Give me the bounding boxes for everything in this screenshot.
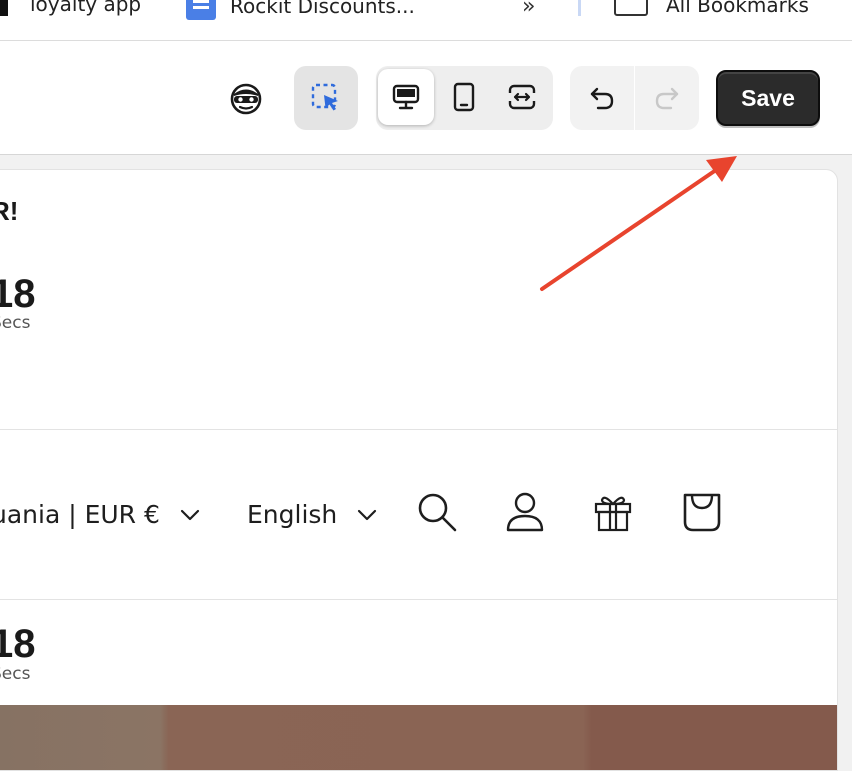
- redo-icon: [655, 87, 679, 110]
- incognito-icon: [230, 83, 262, 115]
- all-bookmarks-label: All Bookmarks: [666, 0, 809, 17]
- bookmark-label: Rockit Discounts...: [230, 0, 415, 18]
- section-divider: [0, 429, 837, 430]
- all-bookmarks[interactable]: All Bookmarks: [614, 0, 809, 18]
- folder-icon: [614, 0, 648, 16]
- countdown-seconds-label: Secs: [0, 313, 31, 333]
- language-label: English: [247, 500, 338, 529]
- full-width-view-button[interactable]: [494, 69, 550, 125]
- bookmarks-overflow-icon[interactable]: »: [522, 0, 536, 19]
- history-group: [570, 66, 699, 130]
- countdown-seconds-value: 18: [0, 272, 36, 316]
- bookmark-label: loyalty app: [30, 0, 142, 16]
- undo-icon: [590, 87, 614, 110]
- hero-image: [0, 705, 837, 770]
- bookmark-favicon: [0, 0, 8, 16]
- cart-button[interactable]: [682, 492, 722, 536]
- storefront-preview[interactable]: R! 18 Secs uania | EUR € English: [0, 169, 838, 771]
- user-icon: [506, 492, 544, 532]
- gift-icon: [594, 496, 632, 532]
- section-divider: [0, 599, 837, 600]
- account-button[interactable]: [505, 492, 545, 536]
- undo-button[interactable]: [570, 66, 634, 130]
- incognito-preview-button[interactable]: [224, 79, 268, 119]
- desktop-icon: [392, 84, 420, 110]
- search-button[interactable]: [417, 492, 457, 536]
- chevron-down-icon: [358, 509, 377, 520]
- desktop-view-button[interactable]: [378, 69, 434, 125]
- shopping-bag-icon: [683, 493, 721, 532]
- language-selector[interactable]: English: [247, 500, 377, 529]
- bookmarks-divider: [578, 0, 581, 16]
- save-button[interactable]: Save: [716, 70, 820, 126]
- bookmark-rockit-discounts[interactable]: Rockit Discounts...: [186, 0, 415, 20]
- mobile-icon: [453, 82, 475, 112]
- mobile-view-button[interactable]: [436, 69, 492, 125]
- bookmarks-bar: loyalty app Rockit Discounts... » All Bo…: [0, 0, 852, 41]
- fit-width-icon: [507, 84, 537, 110]
- editor-toolbar: Save: [0, 41, 852, 155]
- google-docs-icon: [186, 0, 216, 20]
- countdown-seconds-label: Secs: [0, 664, 31, 684]
- country-currency-selector[interactable]: uania | EUR €: [0, 500, 200, 529]
- chevron-down-icon: [180, 509, 200, 520]
- gift-button[interactable]: [594, 492, 632, 536]
- device-toggle-group: [376, 66, 553, 130]
- select-cursor-icon: [311, 83, 338, 111]
- redo-button[interactable]: [635, 66, 699, 130]
- countdown-seconds-value: 18: [0, 622, 36, 666]
- search-icon: [418, 493, 457, 532]
- select-element-button[interactable]: [294, 66, 358, 130]
- country-currency-label: uania | EUR €: [0, 500, 160, 529]
- bookmark-loyalty-app[interactable]: loyalty app: [30, 0, 141, 16]
- promo-banner-title: R!: [0, 196, 19, 226]
